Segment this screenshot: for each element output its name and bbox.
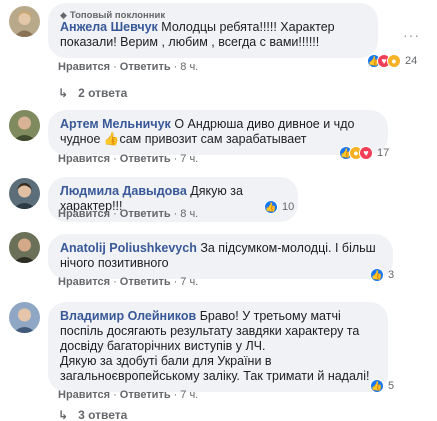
love-icon: ♥ bbox=[359, 146, 373, 160]
comment-time[interactable]: 7 ч. bbox=[180, 276, 198, 288]
comment-actions: Нравится · Ответить · 8 ч. bbox=[58, 208, 199, 220]
reactions-count: 17 bbox=[377, 147, 390, 159]
like-link[interactable]: Нравится bbox=[58, 208, 110, 220]
like-link[interactable]: Нравится bbox=[58, 389, 110, 401]
reactions-summary[interactable]: 👍 10 bbox=[264, 200, 294, 214]
comment-text-line-2: Дякую за здобуті бали для України в зага… bbox=[60, 354, 370, 383]
comment-actions: Нравится · Ответить · 8 ч. bbox=[58, 61, 199, 73]
avatar[interactable] bbox=[9, 178, 40, 209]
comment-time[interactable]: 7 ч. bbox=[180, 153, 198, 165]
wow-icon: ● bbox=[387, 54, 401, 68]
comment-actions: Нравится · Ответить · 7 ч. bbox=[58, 153, 199, 165]
avatar[interactable] bbox=[9, 302, 40, 333]
reply-link[interactable]: Ответить bbox=[120, 208, 171, 220]
reply-arrow-icon: ↳ bbox=[58, 408, 69, 421]
reactions-count: 24 bbox=[405, 55, 418, 67]
like-link[interactable]: Нравится bbox=[58, 153, 110, 165]
comment-actions: Нравится · Ответить · 7 ч. bbox=[58, 276, 199, 288]
comment-author[interactable]: Людмила Давыдова bbox=[60, 184, 187, 198]
reactions-summary[interactable]: 👍 3 bbox=[370, 268, 394, 282]
view-replies-link[interactable]: ↳ 3 ответа bbox=[58, 408, 127, 421]
comment-author[interactable]: Владимир Олейников bbox=[60, 309, 196, 323]
badge-icon: ◆ bbox=[60, 10, 67, 20]
reply-link[interactable]: Ответить bbox=[120, 389, 171, 401]
comment-actions: Нравится · Ответить · 7 ч. bbox=[58, 389, 199, 401]
reactions-summary[interactable]: 👍 ♥ ● 24 bbox=[367, 54, 417, 68]
comment-author[interactable]: Anatolij Poliushkevych bbox=[60, 241, 197, 255]
comment-time[interactable]: 7 ч. bbox=[180, 389, 198, 401]
avatar[interactable] bbox=[9, 6, 40, 37]
top-fan-badge: ◆ Топовый поклонник bbox=[60, 10, 166, 21]
like-icon: 👍 bbox=[370, 268, 384, 282]
comment-bubble: Anatolij Poliushkevych За підсумком-моло… bbox=[48, 234, 393, 279]
reply-link[interactable]: Ответить bbox=[120, 153, 171, 165]
reply-arrow-icon: ↳ bbox=[58, 86, 69, 100]
reactions-count: 3 bbox=[388, 269, 395, 281]
like-icon: 👍 bbox=[264, 200, 278, 214]
like-icon: 👍 bbox=[370, 379, 384, 393]
reactions-summary[interactable]: 👍 ● ♥ 17 bbox=[339, 146, 389, 160]
comment-bubble: Артем Мельничук О Андрюша диво дивное и … bbox=[48, 110, 388, 155]
avatar[interactable] bbox=[9, 232, 40, 263]
more-options-icon[interactable]: ··· bbox=[403, 27, 420, 43]
comment-bubble: ◆ Топовый поклонник Анжела Шевчук Молодцы… bbox=[48, 3, 378, 58]
view-replies-link[interactable]: ↳ 2 ответа bbox=[58, 86, 127, 100]
like-link[interactable]: Нравится bbox=[58, 61, 110, 73]
comment-time[interactable]: 8 ч. bbox=[180, 208, 198, 220]
comment-author[interactable]: Артем Мельничук bbox=[60, 117, 171, 131]
like-link[interactable]: Нравится bbox=[58, 276, 110, 288]
reactions-count: 5 bbox=[388, 380, 395, 392]
reply-link[interactable]: Ответить bbox=[120, 61, 171, 73]
reactions-count: 10 bbox=[282, 201, 295, 213]
comment-bubble: Владимир Олейников Браво! У третьому мат… bbox=[48, 302, 388, 392]
reactions-summary[interactable]: 👍 5 bbox=[370, 379, 394, 393]
comment-time[interactable]: 8 ч. bbox=[180, 61, 198, 73]
avatar[interactable] bbox=[9, 110, 40, 141]
reply-link[interactable]: Ответить bbox=[120, 276, 171, 288]
